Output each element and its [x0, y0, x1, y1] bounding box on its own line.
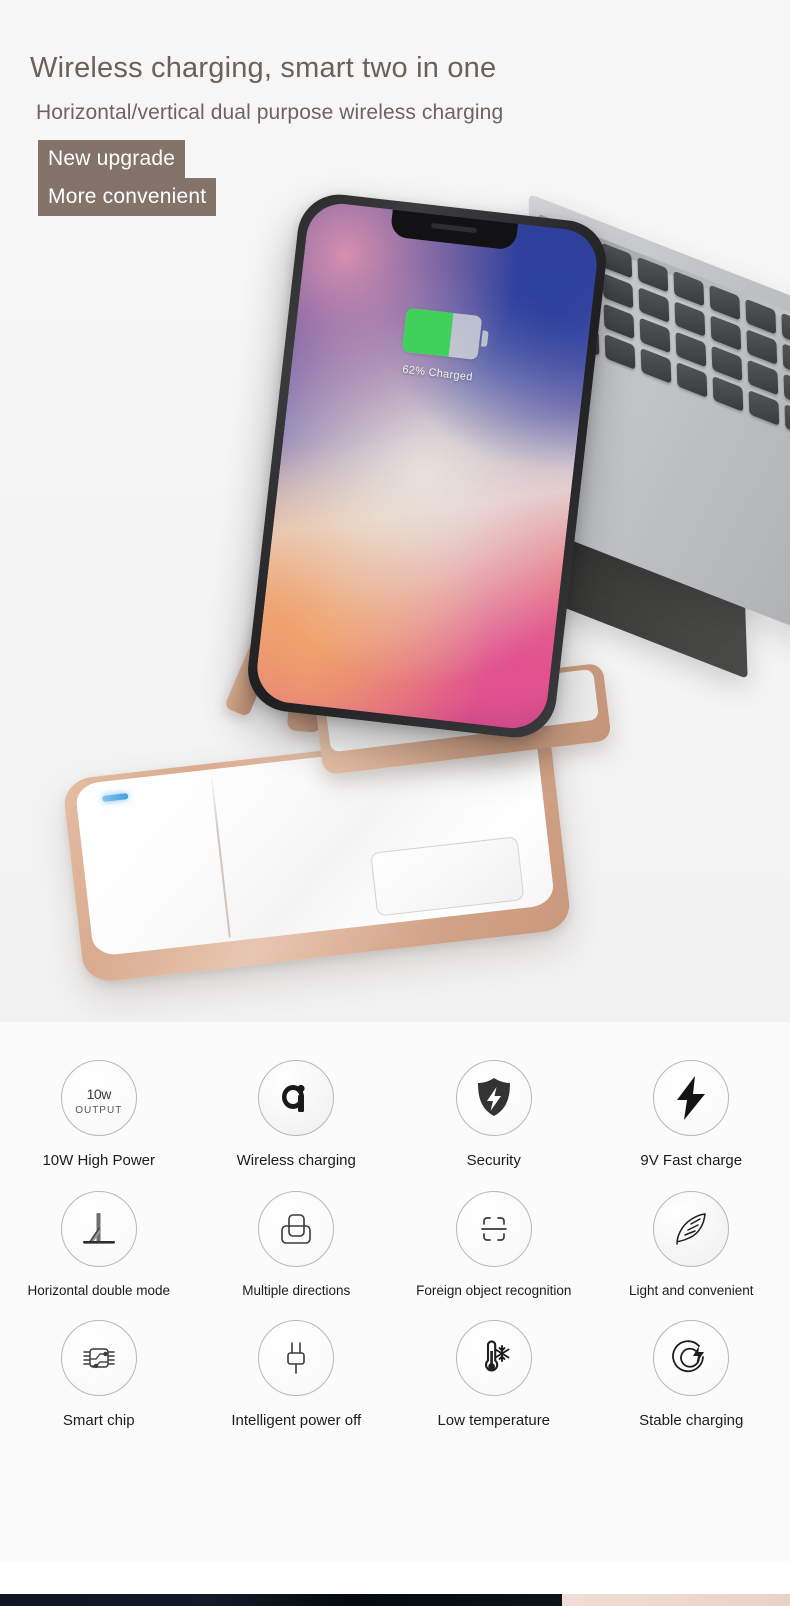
phone-screen: 62% Charged [253, 200, 601, 732]
feature-security: Security [395, 1060, 593, 1169]
feature-light-and-convenient: Light and convenient [593, 1191, 790, 1298]
feature-horizontal-double-mode: Horizontal double mode [0, 1191, 198, 1298]
feature-multiple-directions: Multiple directions [198, 1191, 396, 1298]
badge-more-convenient: More convenient [38, 178, 217, 217]
feature-label: Smart chip [62, 1412, 135, 1429]
feature-label: 9V Fast charge [640, 1152, 743, 1169]
strip-dark-segment [0, 1594, 562, 1606]
battery-status-group: 62% Charged [399, 307, 489, 384]
battery-cap-icon [480, 330, 489, 348]
feature-label: 10W High Power [42, 1152, 156, 1169]
stand-easel-icon [60, 1191, 137, 1267]
badge-group: New upgrade More convenient [38, 140, 730, 217]
stable-charging-target-icon [653, 1320, 730, 1396]
icon-text-w: w [101, 1085, 111, 1102]
next-section-preview-strip [0, 1562, 790, 1606]
page-title: Wireless charging, smart two in one [30, 52, 497, 84]
feature-10w-high-power: 10w OUTPUT 10W High Power [0, 1060, 198, 1169]
icon-text-output: OUTPUT [75, 1104, 123, 1116]
feature-label: Wireless charging [236, 1152, 356, 1169]
feature-row-2: Horizontal double mode Multiple directio… [0, 1169, 790, 1298]
feature-label: Multiple directions [242, 1283, 351, 1298]
feature-label: Light and convenient [628, 1283, 754, 1298]
feature-intelligent-power-off: Intelligent power off [198, 1320, 396, 1429]
feature-label: Foreign object recognition [416, 1283, 572, 1298]
feature-foreign-object-recognition: Foreign object recognition [395, 1191, 593, 1298]
battery-icon [401, 307, 483, 361]
lightning-bolt-icon [653, 1060, 730, 1136]
battery-status-text: 62% Charged [401, 363, 474, 384]
hero-section: 62% Charged Wireless charging, smart two… [0, 0, 790, 1022]
multiple-orientations-icon [258, 1191, 335, 1267]
feature-row-1: 10w OUTPUT 10W High Power Wireless charg… [0, 1022, 790, 1169]
wireless-charging-pad [61, 724, 573, 985]
feature-label: Low temperature [437, 1412, 551, 1429]
feature-grid: 10w OUTPUT 10W High Power Wireless charg… [0, 1022, 790, 1562]
feature-label: Intelligent power off [231, 1412, 362, 1429]
phone-earpiece-speaker [430, 222, 478, 234]
icon-text-10: 10 [86, 1085, 102, 1102]
smartphone: 62% Charged [243, 190, 611, 742]
ten-watt-output-icon: 10w OUTPUT [60, 1060, 137, 1136]
feature-label: Security [466, 1152, 521, 1169]
object-detection-frame-icon [455, 1191, 532, 1267]
qi-logo-icon [258, 1060, 335, 1136]
feature-label: Horizontal double mode [27, 1283, 171, 1298]
strip-light-segment [562, 1594, 790, 1606]
feature-row-3: Smart chip Intelligent power off Low tem… [0, 1298, 790, 1429]
battery-fill [401, 307, 454, 357]
feature-smart-chip: Smart chip [0, 1320, 198, 1429]
feature-9v-fast-charge: 9V Fast charge [593, 1060, 790, 1169]
smart-chip-icon [60, 1320, 137, 1396]
feature-wireless-charging: Wireless charging [198, 1060, 396, 1169]
power-plug-icon [258, 1320, 335, 1396]
feather-icon [653, 1191, 730, 1267]
thermometer-snowflake-icon [455, 1320, 532, 1396]
hero-text-block: Wireless charging, smart two in one Hori… [30, 52, 730, 217]
feature-stable-charging: Stable charging [593, 1320, 790, 1429]
shield-lightning-icon [455, 1060, 532, 1136]
badge-new-upgrade: New upgrade [38, 140, 186, 179]
feature-label: Stable charging [639, 1412, 744, 1429]
feature-low-temperature: Low temperature [395, 1320, 593, 1429]
page-subtitle: Horizontal/vertical dual purpose wireles… [36, 101, 504, 125]
